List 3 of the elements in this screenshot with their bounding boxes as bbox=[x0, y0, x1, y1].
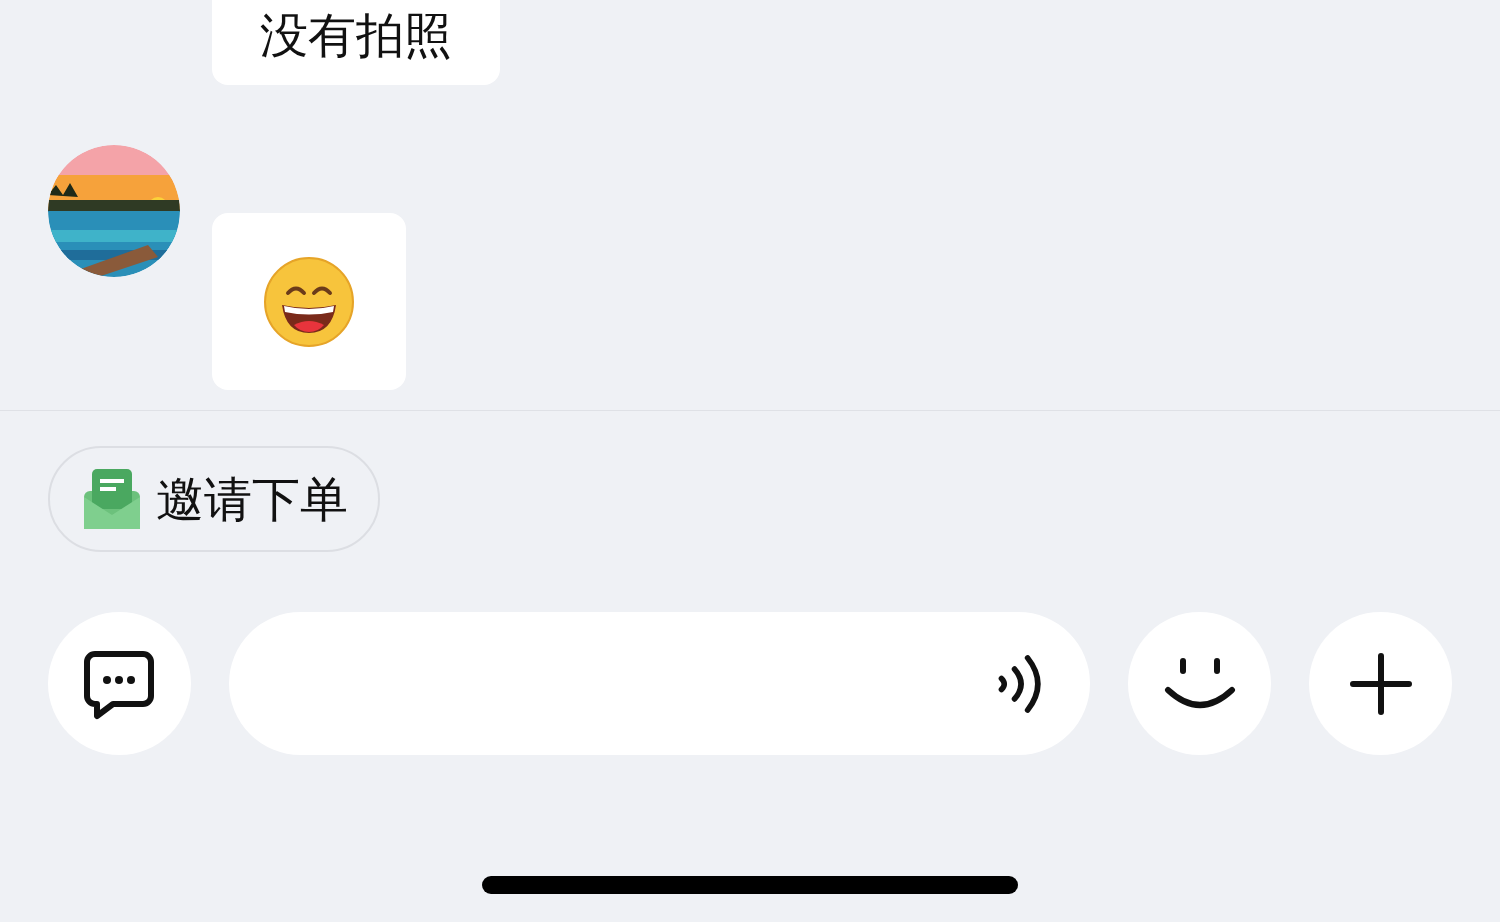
message-bubble: 没有拍照 bbox=[212, 0, 500, 86]
grinning-face-icon bbox=[264, 256, 354, 347]
invite-order-chip[interactable]: 邀请下单 bbox=[48, 446, 380, 553]
